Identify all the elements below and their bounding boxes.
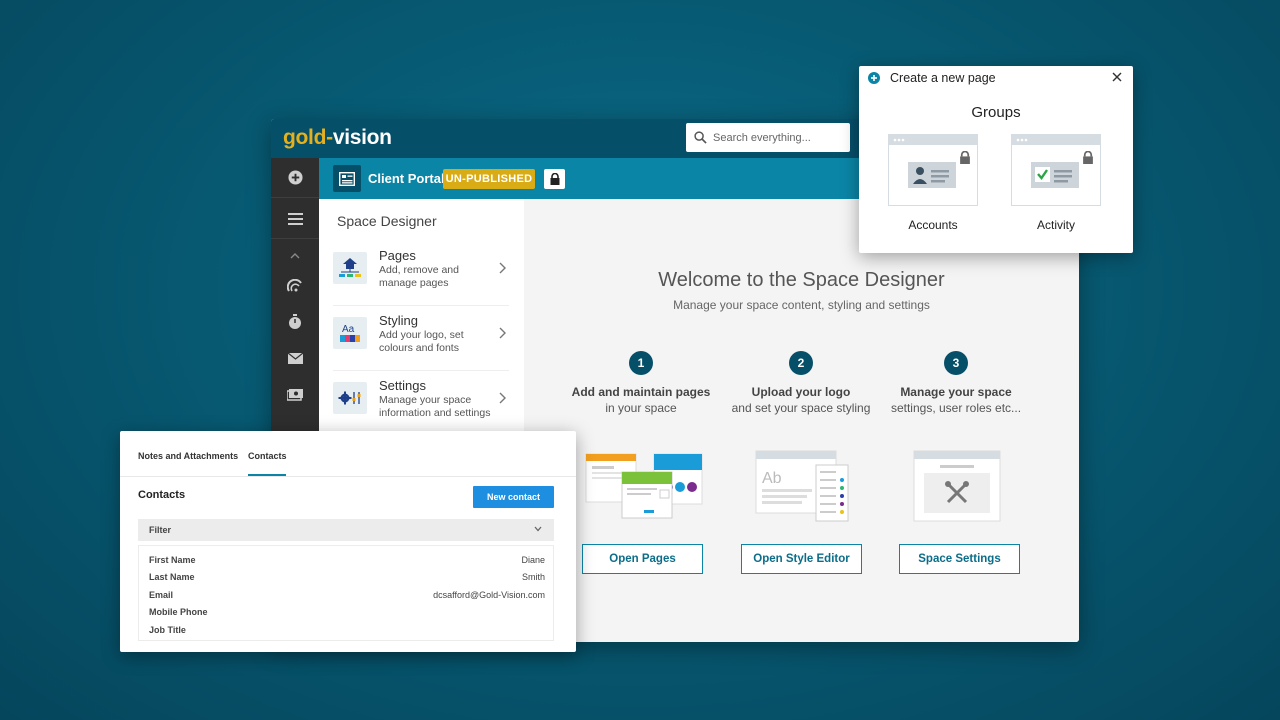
step-3: 3 Manage your space settings, user roles … [881,351,1031,416]
logo-text-gold: gold [283,126,327,149]
pages-icon [333,252,367,284]
panel-item-desc: Manage your space information and settin… [379,394,491,419]
plus-circle-icon [287,170,303,185]
step-text-rest: and set your space styling [731,401,871,415]
portal-icon [333,165,361,192]
styling-illustration-icon: Ab [755,450,849,522]
step-2: 2 Upload your logo and set your space sty… [726,351,876,416]
open-pages-button[interactable]: Open Pages [582,544,703,574]
chevron-right-icon [499,392,506,404]
step-number: 2 [789,351,813,375]
panel-title: Space Designer [337,213,437,229]
tab-contacts[interactable]: Contacts [248,451,287,461]
card-titlebar [1012,135,1100,145]
create-page-popup: Create a new page Groups Accounts Activi… [859,66,1133,253]
nav-add-button[interactable] [271,158,319,198]
portal-name: Client Portal [368,171,445,186]
contact-card-icon [908,162,956,188]
step-text-rest: in your space [605,401,677,415]
lock-icon [1083,151,1093,164]
contact-details: First Name Diane Last Name Smith Email dcsa… [138,545,554,641]
tabs-divider [120,476,576,477]
step-text: Upload your logo and set your space styli… [726,384,876,416]
panel-item-desc: Add, remove and manage pages [379,264,459,289]
svg-text:Aa: Aa [342,324,355,335]
group-card-label: Accounts [908,218,958,232]
detail-key: First Name [149,555,196,565]
search-placeholder: Search everything... [713,131,811,144]
dashboard-gauge-icon[interactable] [287,278,303,294]
step-text-bold: Upload your logo [751,385,851,399]
group-card-accounts[interactable] [888,134,978,206]
svg-text:Ab: Ab [762,470,782,487]
chevron-right-icon [499,262,506,274]
close-icon[interactable] [1111,71,1123,83]
panel-item-name: Pages [379,248,416,263]
lock-icon [960,151,970,164]
group-card-activity[interactable] [1011,134,1101,206]
step-text-bold: Manage your space [900,385,1012,399]
chevron-down-icon [534,526,542,532]
panel-item-desc: Add your logo, set colours and fonts [379,329,464,354]
panel-item-name: Styling [379,313,419,328]
welcome-subtitle: Manage your space content, styling and s… [673,298,930,312]
panel-item-pages[interactable]: Pages Add, remove and manage pages [333,242,509,306]
settings-icon [333,382,367,414]
panel-item-settings[interactable]: Settings Manage your space information a… [333,372,509,436]
logo-text-vision: vision [332,126,392,149]
search-icon [694,131,707,144]
step-1: 1 Add and maintain pages in your space [566,351,716,416]
panel-item-styling[interactable]: Aa Styling Add your logo, set colours an… [333,307,509,371]
stopwatch-icon[interactable] [287,314,303,330]
chevron-up-icon[interactable] [287,248,303,264]
pages-illustration-icon [585,453,703,519]
money-icon[interactable] [287,387,303,403]
logo-text-dash: - [326,126,333,149]
welcome-title: Welcome to the Space Designer [658,269,945,291]
new-contact-button[interactable]: New contact [473,486,554,508]
filter-label: Filter [149,525,172,535]
contacts-heading: Contacts [138,489,186,501]
styling-icon: Aa [333,317,367,349]
detail-key: Email [149,590,174,600]
status-badge[interactable]: UN-PUBLISHED [443,169,535,189]
settings-illustration-icon [913,450,1001,522]
mail-icon[interactable] [287,350,303,366]
step-text-bold: Add and maintain pages [571,385,711,399]
detail-key: Job Title [149,625,186,635]
step-text: Manage your space settings, user roles et… [881,384,1031,416]
checklist-icon [1031,162,1079,188]
lock-icon [550,173,559,185]
gold-vision-logo[interactable]: gold-vision [283,126,392,150]
detail-key: Mobile Phone [149,607,208,617]
detail-value: Diane [521,555,545,565]
step-number: 3 [944,351,968,375]
step-number: 1 [629,351,653,375]
nav-menu-button[interactable] [271,199,319,239]
detail-key: Last Name [149,572,195,582]
popup-title: Create a new page [890,71,996,85]
detail-value[interactable]: dcsafford@Gold-Vision.com [433,590,545,600]
group-heading: Groups [971,104,1021,121]
detail-value: Smith [521,572,545,582]
card-titlebar [889,135,977,145]
space-settings-button[interactable]: Space Settings [899,544,1020,574]
panel-item-name: Settings [379,378,426,393]
group-card-label: Activity [1036,218,1075,232]
lock-button[interactable] [544,169,565,189]
step-text: Add and maintain pages in your space [566,384,716,416]
plus-circle-icon [868,72,880,84]
open-style-editor-button[interactable]: Open Style Editor [741,544,862,574]
chevron-right-icon [499,327,506,339]
step-text-rest: settings, user roles etc... [890,401,1022,415]
search-input[interactable]: Search everything... [686,123,850,152]
contacts-card: Notes and Attachments Contacts Contacts … [120,431,576,652]
tab-notes-and-attachments[interactable]: Notes and Attachments [138,451,238,461]
active-tab-indicator [248,474,286,476]
filter-toggle[interactable]: Filter [138,519,554,541]
welcome-area: Welcome to the Space Designer Manage you… [524,199,1079,642]
menu-icon [287,212,303,225]
